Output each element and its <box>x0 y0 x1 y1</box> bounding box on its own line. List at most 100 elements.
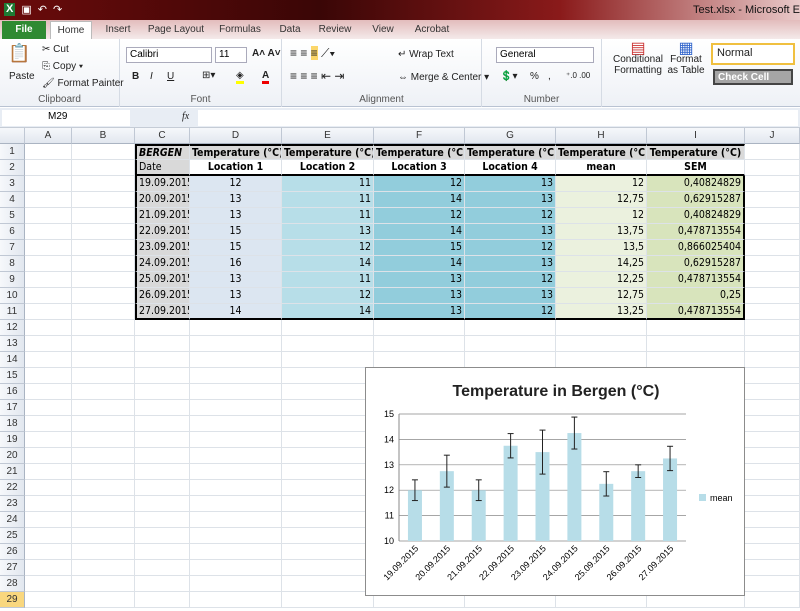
cell[interactable] <box>190 576 282 592</box>
cell[interactable] <box>25 256 72 272</box>
row-header[interactable]: 18 <box>0 416 25 432</box>
fill-color-icon[interactable]: ◈ <box>236 70 244 84</box>
table-cell[interactable]: 13 <box>190 192 282 208</box>
paste-icon[interactable]: 📋 <box>8 43 30 64</box>
cell[interactable] <box>72 160 135 176</box>
row-header[interactable]: 12 <box>0 320 25 336</box>
table-cell[interactable]: 14 <box>374 224 465 240</box>
cell[interactable] <box>25 576 72 592</box>
table-cell[interactable]: 0,478713554 <box>647 304 745 320</box>
cell[interactable] <box>745 496 800 512</box>
fx-icon[interactable]: fx <box>182 111 189 122</box>
row-header[interactable]: 20 <box>0 448 25 464</box>
cell[interactable] <box>72 416 135 432</box>
cell[interactable] <box>745 256 800 272</box>
cell[interactable] <box>745 576 800 592</box>
table-cell[interactable]: Temperature (°C) <box>190 144 282 160</box>
row-header[interactable]: 19 <box>0 432 25 448</box>
align-top-icon[interactable]: ≡ ≡ ≡ ⟋▾ <box>290 46 335 61</box>
row-header[interactable]: 27 <box>0 560 25 576</box>
copy-button[interactable]: ⎘ Copy ▾ <box>42 61 83 72</box>
grow-font-icon[interactable]: A˄ A˅ <box>252 48 281 59</box>
cell[interactable] <box>135 544 190 560</box>
cell[interactable] <box>282 464 374 480</box>
cell[interactable] <box>282 416 374 432</box>
cell[interactable] <box>745 160 800 176</box>
table-cell[interactable]: 13,25 <box>556 304 647 320</box>
table-cell[interactable]: 13 <box>282 224 374 240</box>
cell[interactable] <box>745 544 800 560</box>
cell[interactable] <box>282 592 374 608</box>
table-cell[interactable]: 0,478713554 <box>647 224 745 240</box>
italic-button[interactable]: I <box>150 71 153 82</box>
cell[interactable] <box>135 464 190 480</box>
row-header[interactable]: 5 <box>0 208 25 224</box>
cell[interactable] <box>282 384 374 400</box>
underline-button[interactable]: U <box>167 71 174 82</box>
row-header[interactable]: 15 <box>0 368 25 384</box>
row-header[interactable]: 23 <box>0 496 25 512</box>
column-header[interactable]: B <box>72 128 135 144</box>
table-cell[interactable]: Temperature (°C) <box>282 144 374 160</box>
paste-button[interactable]: Paste <box>9 71 35 82</box>
cell[interactable] <box>135 368 190 384</box>
cell[interactable] <box>745 144 800 160</box>
cell[interactable] <box>25 304 72 320</box>
table-cell[interactable]: 12,75 <box>556 192 647 208</box>
cell[interactable] <box>647 352 745 368</box>
cell[interactable] <box>135 320 190 336</box>
table-cell[interactable]: 12 <box>282 240 374 256</box>
cell[interactable] <box>135 448 190 464</box>
column-header[interactable]: E <box>282 128 374 144</box>
style-normal[interactable]: Normal <box>711 43 795 65</box>
row-header[interactable]: 25 <box>0 528 25 544</box>
cell[interactable] <box>282 496 374 512</box>
cell[interactable] <box>190 496 282 512</box>
table-cell[interactable]: 12,75 <box>556 288 647 304</box>
table-cell[interactable]: 0,478713554 <box>647 272 745 288</box>
cell[interactable] <box>282 560 374 576</box>
cell[interactable] <box>745 224 800 240</box>
cell[interactable] <box>135 528 190 544</box>
number-format-select[interactable]: General <box>496 47 594 63</box>
cell[interactable] <box>25 464 72 480</box>
cell[interactable] <box>135 384 190 400</box>
wrap-text-button[interactable]: ↵ Wrap Text <box>398 49 454 60</box>
table-cell[interactable]: Location 1 <box>190 160 282 176</box>
cell[interactable] <box>556 352 647 368</box>
borders-icon[interactable]: ⊞▾ <box>202 70 215 81</box>
cell[interactable] <box>72 320 135 336</box>
row-header[interactable]: 4 <box>0 192 25 208</box>
column-header[interactable]: J <box>745 128 800 144</box>
table-cell[interactable]: 13,75 <box>556 224 647 240</box>
column-header[interactable]: A <box>25 128 72 144</box>
table-cell[interactable]: Location 4 <box>465 160 556 176</box>
cell[interactable] <box>135 512 190 528</box>
cell[interactable] <box>25 176 72 192</box>
cell[interactable] <box>135 336 190 352</box>
cell[interactable] <box>745 400 800 416</box>
cell[interactable] <box>745 432 800 448</box>
cell[interactable] <box>72 224 135 240</box>
row-header[interactable]: 28 <box>0 576 25 592</box>
redo-icon[interactable]: ↷ <box>53 3 62 16</box>
cell[interactable] <box>282 336 374 352</box>
cell[interactable] <box>72 464 135 480</box>
cell[interactable] <box>72 400 135 416</box>
cell[interactable] <box>745 352 800 368</box>
row-header[interactable]: 9 <box>0 272 25 288</box>
cell[interactable] <box>465 352 556 368</box>
cell[interactable] <box>374 352 465 368</box>
table-cell[interactable]: Date <box>135 160 190 176</box>
cell[interactable] <box>745 480 800 496</box>
cell[interactable] <box>25 144 72 160</box>
decimal-icon[interactable]: ⁺.0 .00 <box>566 71 590 80</box>
cell[interactable] <box>465 336 556 352</box>
percent-button[interactable]: % <box>530 71 539 82</box>
cell[interactable] <box>72 528 135 544</box>
cell[interactable] <box>25 528 72 544</box>
cell[interactable] <box>190 320 282 336</box>
format-painter-button[interactable]: 🖌 Format Painter <box>42 78 124 89</box>
cell[interactable] <box>647 336 745 352</box>
row-header[interactable]: 16 <box>0 384 25 400</box>
